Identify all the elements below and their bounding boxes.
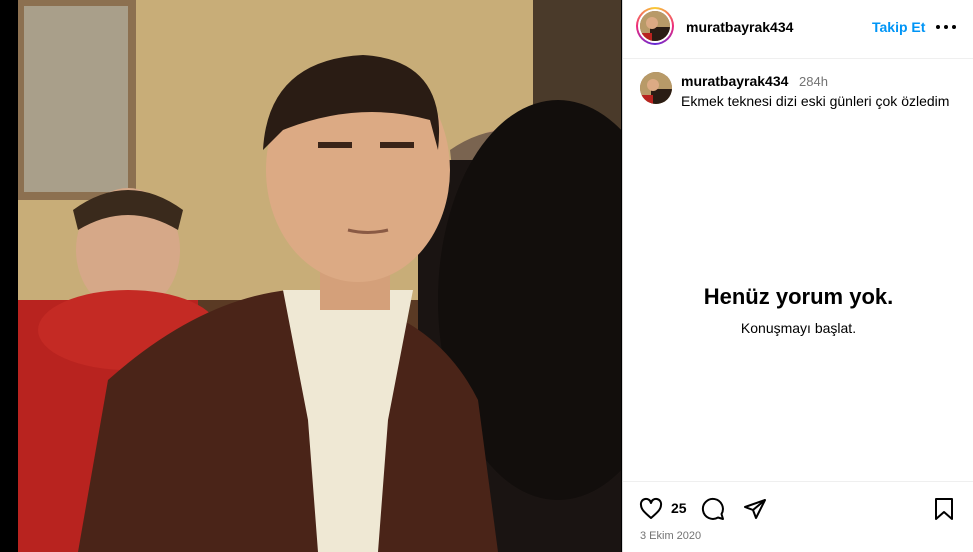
post-date[interactable]: 3 Ekim 2020 — [640, 530, 701, 542]
no-comments-subtitle: Konuşmayı başlat. — [740, 320, 857, 336]
post-header: muratbayrak434 Takip Et — [623, 0, 973, 59]
caption-avatar[interactable] — [640, 72, 672, 104]
like-count[interactable]: 25 — [671, 500, 687, 516]
send-icon[interactable] — [743, 497, 767, 526]
more-options-icon[interactable] — [934, 18, 958, 36]
post-side-panel: muratbayrak434 Takip Et muratbayrak434 2… — [622, 0, 973, 552]
heart-icon[interactable] — [639, 497, 663, 526]
header-username[interactable]: muratbayrak434 — [686, 19, 793, 35]
bookmark-icon[interactable] — [933, 497, 955, 526]
no-comments-title: Henüz yorum yok. — [703, 284, 894, 309]
caption-timestamp[interactable]: 284h — [799, 74, 828, 89]
left-edge — [0, 0, 18, 552]
caption-username[interactable]: muratbayrak434 — [681, 73, 788, 89]
post-media[interactable] — [18, 0, 621, 552]
avatar[interactable] — [636, 7, 674, 45]
follow-button[interactable]: Takip Et — [872, 19, 925, 35]
comment-icon[interactable] — [701, 497, 725, 526]
caption-text: Ekmek teknesi dizi eski günleri çok özle… — [681, 93, 950, 109]
post-actions: 25 3 Ekim 2020 — [623, 481, 973, 552]
post-photo — [18, 0, 621, 552]
